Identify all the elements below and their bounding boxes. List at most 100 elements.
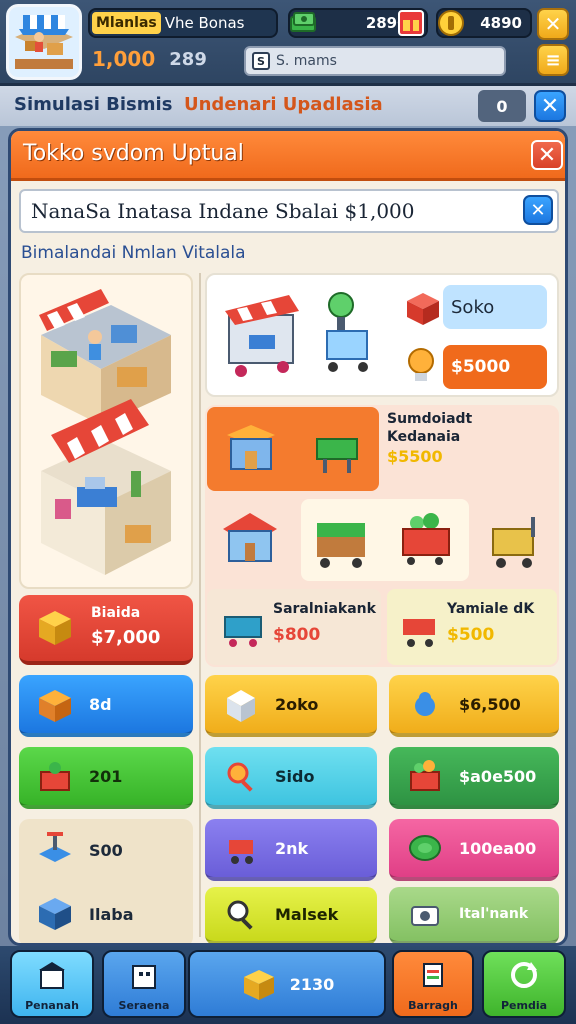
item-button-8-label: 2nk bbox=[275, 838, 309, 858]
combo-price: $5500 bbox=[387, 447, 443, 466]
cart-tile[interactable] bbox=[301, 499, 469, 581]
equipment-card[interactable]: Soko $5000 bbox=[205, 273, 559, 397]
sub-header-bar: Simulasi Bismis Undenari Upadlasia 0 ✕ bbox=[0, 86, 576, 126]
panel-header: Tokko svdom Uptual ✕ bbox=[11, 131, 565, 181]
coil-icon bbox=[403, 828, 447, 868]
search-bar[interactable]: S S. mams bbox=[244, 46, 506, 76]
camera-icon bbox=[403, 897, 447, 931]
house-icon bbox=[223, 513, 277, 562]
tiles-block: Sumdoiadt Kedanaia $5500 Saralniakank $8… bbox=[205, 405, 559, 667]
close-icon: ✕ bbox=[537, 142, 557, 168]
nav-home-label: Penanah bbox=[25, 999, 79, 1012]
gold-coin-icon bbox=[436, 8, 466, 42]
section-label: Bimalandai Nmlan Vitalala bbox=[21, 243, 246, 263]
item-button-10-label: Ilaba bbox=[89, 904, 134, 924]
nav-settings[interactable]: Pemdia bbox=[482, 950, 566, 1018]
money-stack-icon bbox=[288, 8, 318, 42]
notice-text: NanaSa Inatasa Indane Sbalai $1,000 bbox=[31, 199, 415, 223]
level-value: 289 bbox=[169, 48, 207, 70]
cash-value: 1,000 bbox=[92, 47, 156, 71]
shop-stall-illustration bbox=[39, 289, 171, 575]
shopping-cart-tile[interactable]: Yamiale dK $500 bbox=[387, 589, 557, 665]
crate-icon bbox=[240, 964, 278, 1005]
menu-button[interactable]: ≡ bbox=[537, 44, 569, 76]
shopping-cart-price: $500 bbox=[447, 625, 495, 645]
counter-tile-title: Saralniakank bbox=[273, 601, 376, 617]
house-tile[interactable] bbox=[207, 499, 293, 581]
nav-home[interactable]: Penanah bbox=[10, 950, 94, 1018]
close-icon: ✕ bbox=[530, 199, 546, 221]
sub-close-button[interactable]: ✕ bbox=[534, 90, 566, 122]
player-name-label: Mlanlas bbox=[92, 12, 161, 34]
counter-tile-price: $800 bbox=[273, 625, 321, 645]
item-button-12[interactable]: Ital'nank bbox=[389, 887, 559, 943]
item-button-4-label: 201 bbox=[89, 766, 123, 786]
featured-stall-card[interactable]: Biaida $7,000 bbox=[19, 595, 193, 665]
item-button-12-label: Ital'nank bbox=[459, 906, 529, 922]
nav-search-label: Seraena bbox=[118, 999, 170, 1012]
counter-box: 0 bbox=[478, 90, 526, 122]
item-button-1[interactable]: 8d bbox=[19, 675, 193, 737]
combo-info: Sumdoiadt Kedanaia $5500 bbox=[387, 411, 553, 489]
panel-close-button[interactable]: ✕ bbox=[531, 140, 563, 170]
trolley-icon bbox=[492, 517, 535, 568]
lightbulb-icon bbox=[403, 345, 439, 393]
nav-shop[interactable]: Barragh bbox=[392, 950, 474, 1018]
price-tag-button[interactable]: $5000 bbox=[443, 345, 547, 389]
featured-stall-price: $7,000 bbox=[91, 627, 161, 648]
featured-stall-title: Biaida bbox=[91, 605, 141, 621]
nav-center[interactable]: 2130 bbox=[188, 950, 386, 1018]
cart-icon bbox=[219, 828, 263, 868]
notice-bar: NanaSa Inatasa Indane Sbalai $1,000 ✕ bbox=[19, 189, 559, 233]
player-title-label: Vhe Bonas bbox=[164, 14, 245, 32]
player-name-badge[interactable]: Mlanlas Vhe Bonas bbox=[88, 8, 278, 38]
soko-button[interactable]: Soko bbox=[443, 285, 547, 329]
green-stand-icon bbox=[316, 438, 358, 473]
item-button-7-label: S00 bbox=[89, 840, 123, 860]
crate-icon bbox=[33, 605, 77, 653]
trolley-tile[interactable] bbox=[475, 499, 557, 581]
item-button-7[interactable]: S00 bbox=[19, 819, 193, 881]
nav-shop-label: Barragh bbox=[408, 999, 458, 1012]
blue-crate-icon bbox=[35, 892, 75, 936]
soko-label: Soko bbox=[451, 296, 495, 318]
shop-preview-card[interactable] bbox=[19, 273, 193, 589]
item-button-10[interactable]: Ilaba bbox=[19, 883, 193, 943]
drop-icon bbox=[403, 686, 447, 722]
nav-search[interactable]: Seraena bbox=[102, 950, 186, 1018]
notice-close-button[interactable]: ✕ bbox=[523, 195, 553, 225]
bottom-nav: Penanah Seraena 2130 Barragh Pemdia bbox=[0, 946, 576, 1024]
item-button-5[interactable]: Sido bbox=[205, 747, 377, 809]
close-icon: ✕ bbox=[540, 93, 560, 119]
item-button-2[interactable]: 2oko bbox=[205, 675, 377, 737]
item-button-1-label: 8d bbox=[89, 694, 112, 714]
item-button-5-label: Sido bbox=[275, 766, 315, 786]
gold-counter[interactable]: 4890 bbox=[436, 8, 532, 38]
box-icon bbox=[33, 684, 77, 724]
gift-icon[interactable] bbox=[398, 10, 424, 36]
scale-icon bbox=[326, 292, 368, 372]
close-hud-button[interactable]: ✕ bbox=[537, 8, 569, 40]
nav-center-label: 2130 bbox=[289, 974, 335, 994]
item-button-8[interactable]: 2nk bbox=[205, 819, 377, 881]
counter-tile[interactable]: Saralniakank $800 bbox=[207, 589, 381, 665]
red-box-icon bbox=[403, 287, 443, 331]
item-button-3[interactable]: $6,500 bbox=[389, 675, 559, 737]
search-input[interactable]: S. mams bbox=[276, 53, 337, 69]
gold-value: 4890 bbox=[480, 14, 522, 32]
magnifier-icon bbox=[219, 758, 263, 794]
vendor-cart-icon bbox=[225, 295, 299, 377]
counter-value: 0 bbox=[496, 96, 508, 116]
veggie-basket-icon bbox=[402, 513, 450, 565]
refresh-icon bbox=[507, 958, 541, 995]
close-icon: ✕ bbox=[544, 12, 562, 36]
item-button-6[interactable]: $a0e500 bbox=[389, 747, 559, 809]
item-button-4[interactable]: 201 bbox=[19, 747, 193, 809]
item-button-9[interactable]: 100ea00 bbox=[389, 819, 559, 881]
shop-avatar-icon[interactable] bbox=[6, 4, 82, 80]
shop-combo-tile[interactable] bbox=[207, 407, 379, 491]
item-button-3-label: $6,500 bbox=[459, 694, 521, 714]
combo-subtitle: Kedanaia bbox=[387, 429, 461, 445]
item-button-11[interactable]: Malsek bbox=[205, 887, 377, 943]
cash-display: 1,000 289 bbox=[92, 44, 207, 74]
